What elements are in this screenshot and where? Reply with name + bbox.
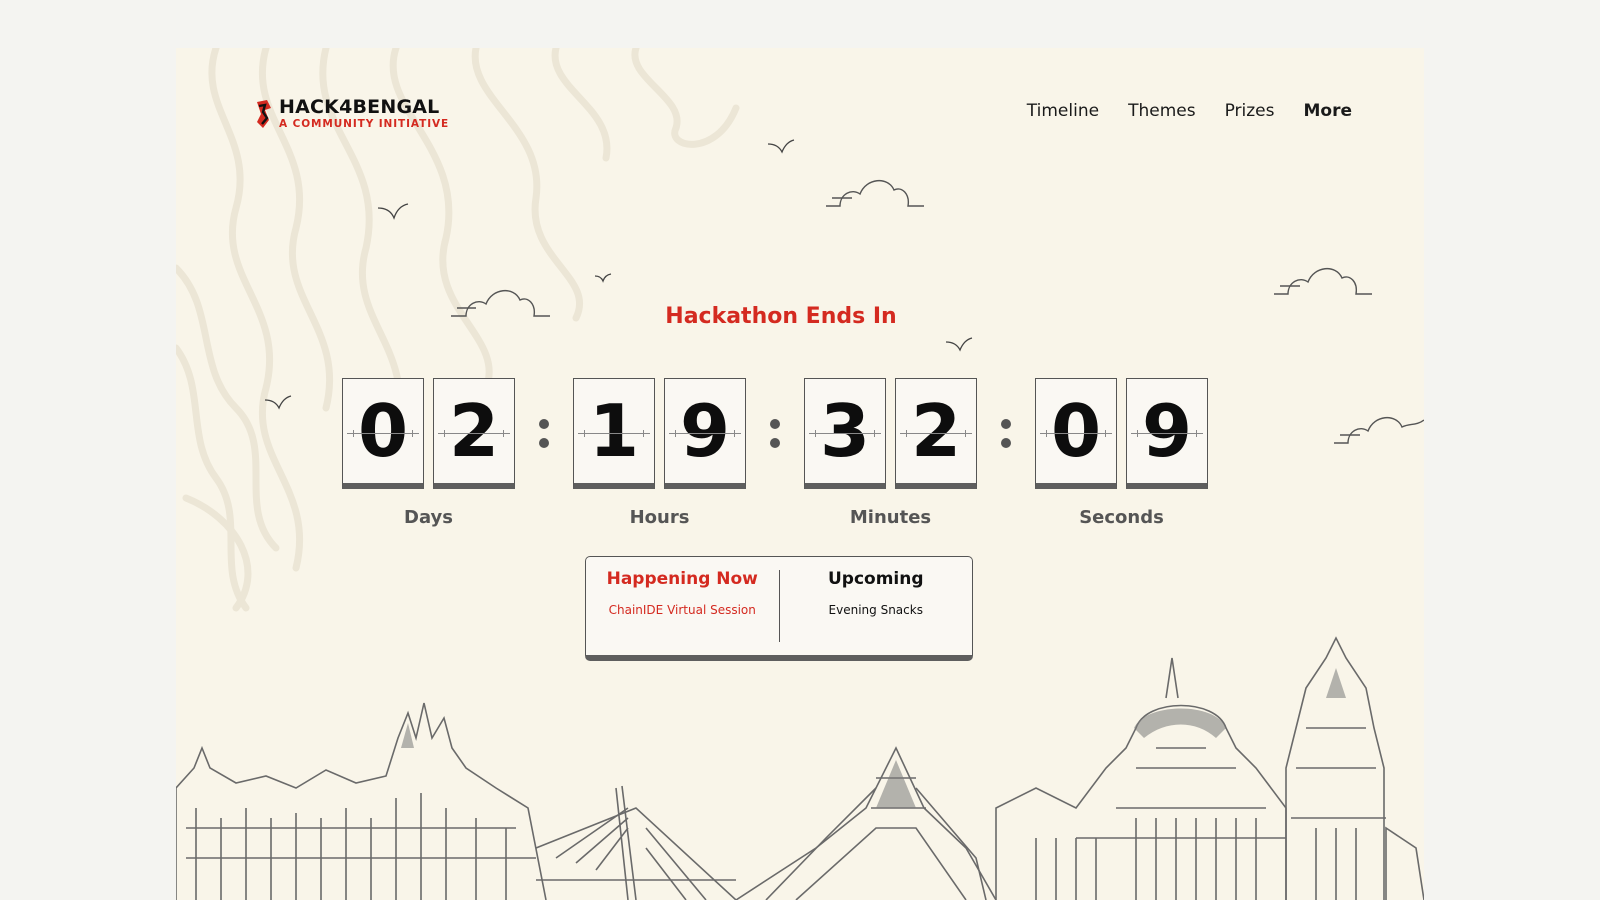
flip-digit: 9 <box>1126 378 1208 489</box>
digit-value: 0 <box>357 389 409 473</box>
countdown-title: Hackathon Ends In <box>665 304 897 329</box>
skyline-shading <box>401 668 1346 808</box>
brand-tagline: A COMMUNITY INITIATIVE <box>279 118 450 131</box>
hack4bengal-logo-icon <box>257 100 271 128</box>
flip-digit: 1 <box>573 378 655 489</box>
colon-separator <box>515 378 573 488</box>
flip-digit: 3 <box>804 378 886 489</box>
digit-value: 0 <box>1050 389 1102 473</box>
events-card: Happening Now ChainIDE Virtual Session U… <box>585 556 973 661</box>
colon-separator <box>746 378 804 488</box>
digit-value: 3 <box>819 389 871 473</box>
digit-value: 9 <box>1141 389 1193 473</box>
digit-value: 9 <box>679 389 731 473</box>
nav-more[interactable]: More <box>1303 101 1352 121</box>
unit-label-hours: Hours <box>629 507 690 528</box>
happening-now-panel: Happening Now ChainIDE Virtual Session <box>586 557 779 655</box>
flip-digit: 0 <box>342 378 424 489</box>
digit-value: 2 <box>448 389 500 473</box>
digit-value: 2 <box>910 389 962 473</box>
digit-value: 1 <box>588 389 640 473</box>
bird-icon <box>264 139 973 410</box>
upcoming-heading: Upcoming <box>827 569 924 589</box>
unit-label-minutes: Minutes <box>849 507 932 528</box>
countdown-days: 0 2 Days <box>342 378 515 528</box>
nav-themes[interactable]: Themes <box>1128 101 1196 121</box>
brand-logo[interactable]: HACK4BENGAL A COMMUNITY INITIATIVE <box>253 98 449 130</box>
unit-label-seconds: Seconds <box>1079 507 1164 528</box>
unit-label-days: Days <box>404 507 453 528</box>
upcoming-item: Evening Snacks <box>828 603 923 617</box>
colon-separator <box>977 378 1035 488</box>
kolkata-skyline-illustration <box>176 636 1424 900</box>
happening-now-item: ChainIDE Virtual Session <box>608 603 756 617</box>
brand-name: HACK4BENGAL <box>279 96 440 119</box>
flip-digit: 2 <box>433 378 515 489</box>
nav-prizes[interactable]: Prizes <box>1225 101 1275 121</box>
flip-digit: 2 <box>895 378 977 489</box>
flip-digit: 9 <box>664 378 746 489</box>
main-nav: Timeline Themes Prizes More <box>1027 101 1352 121</box>
countdown-minutes: 3 2 Minutes <box>804 378 977 528</box>
upcoming-panel: Upcoming Evening Snacks <box>780 557 973 655</box>
countdown-timer: 0 2 Days 1 9 Hours 3 2 Minutes 0 9 Secon… <box>342 378 1208 528</box>
page-frame: HACK4BENGAL A COMMUNITY INITIATIVE Timel… <box>176 48 1424 900</box>
countdown-seconds: 0 9 Seconds <box>1035 378 1208 528</box>
countdown-hours: 1 9 Hours <box>573 378 746 528</box>
nav-timeline[interactable]: Timeline <box>1027 101 1099 121</box>
happening-now-heading: Happening Now <box>606 569 758 589</box>
flip-digit: 0 <box>1035 378 1117 489</box>
